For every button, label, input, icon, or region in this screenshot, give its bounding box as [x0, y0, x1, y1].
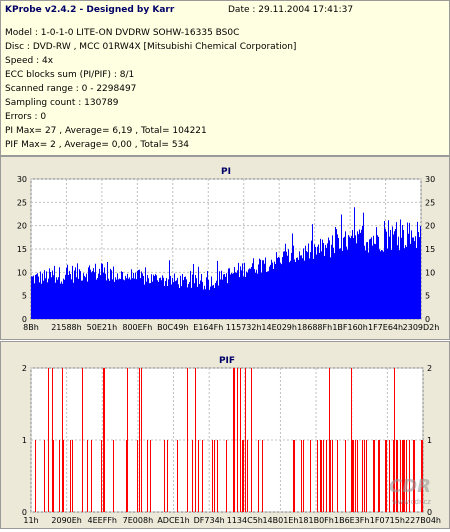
speed-line: Speed : 4x: [5, 56, 54, 66]
y-tick-label: 30: [17, 175, 27, 184]
pi-stats-line: PI Max= 27 , Average= 6,19 , Total= 1042…: [5, 126, 207, 136]
x-tick-label: 4EEFFh: [88, 516, 117, 525]
y-tick-label-right: 30: [425, 175, 435, 184]
x-tick-label: 1134C5h: [227, 516, 263, 525]
x-tick-label: 21588h: [51, 323, 82, 332]
disc-line: Disc : DVD-RW , MCC 01RW4X [Mitsubishi C…: [5, 42, 297, 52]
range-line: Scanned range : 0 - 2298497: [5, 84, 137, 94]
chart-title: PIF: [219, 356, 235, 366]
pif-chart-panel: PIF 0 0 1 1 2 2 11h 2090Eh 4EEFFh 7E008h ADCE1h DF73…: [0, 341, 450, 529]
y-tick-label: 25: [17, 198, 27, 207]
x-tick-label: 1F7E64h: [368, 323, 403, 332]
y-tick-label: 20: [17, 222, 27, 231]
kprobe-window: KProbe v2.4.2 - Designed by Karr Date : …: [0, 0, 450, 529]
y-tick-label-right: 1: [427, 436, 432, 445]
x-tick-label: 1BF160h: [332, 323, 368, 332]
y-tick-label-right: 25: [425, 198, 435, 207]
pif-chart: PIF0 01 12 211h 2090Eh 4EEFFh 7E008h ADCE1h DF73…: [22, 356, 441, 525]
x-tick-label: 8Bh: [23, 323, 39, 332]
y-tick-label-right: 15: [425, 245, 435, 254]
y-tick-label-right: 2: [427, 364, 432, 373]
y-tick-label-right: 5: [425, 292, 430, 301]
x-tick-label: 1F0715h: [370, 516, 405, 525]
watermark-logo: CDR: [389, 476, 431, 497]
x-tick-label: 2309D2h: [403, 323, 440, 332]
y-tick-label: 10: [17, 268, 27, 277]
y-tick-label: 1: [22, 436, 27, 445]
x-tick-label: 115732h: [226, 323, 262, 332]
pi-chart-panel: PI 0 0 5 5 10 10 15 15 20 20 25 25 30 30 8Bh 21588h 50E21…: [0, 156, 450, 340]
x-tick-label: DF734h: [194, 516, 225, 525]
watermark-url: www.cdr.cz: [392, 498, 431, 506]
y-tick-label: 15: [17, 245, 27, 254]
x-tick-label: 227B04h: [405, 516, 441, 525]
ecc-line: ECC blocks sum (PI/PIF) : 8/1: [5, 70, 135, 80]
x-tick-label: 18688Fh: [297, 323, 332, 332]
y-tick-label: 5: [22, 292, 27, 301]
x-tick-label: 14B01Eh: [262, 516, 298, 525]
y-tick-label-right: 10: [425, 268, 435, 277]
x-tick-label: B0C49h: [157, 323, 188, 332]
scan-date: Date : 29.11.2004 17:41:37: [228, 5, 354, 15]
pif-stats-line: PIF Max= 2 , Average= 0,00 , Total= 534: [5, 140, 190, 150]
x-tick-label: 50E21h: [87, 323, 117, 332]
sampling-line: Sampling count : 130789: [5, 98, 119, 108]
x-tick-label: E164Fh: [193, 323, 223, 332]
info-panel: KProbe v2.4.2 - Designed by Karr Date : …: [0, 0, 450, 156]
x-tick-label: 800EFh: [122, 323, 152, 332]
app-title: KProbe v2.4.2 - Designed by Karr: [5, 5, 175, 15]
x-tick-label: 7E008h: [123, 516, 153, 525]
errors-line: Errors : 0: [5, 112, 47, 122]
x-tick-label: 1B6E3Fh: [334, 516, 369, 525]
model-line: Model : 1-0-1-0 LITE-ON DVDRW SOHW-16335…: [5, 28, 240, 38]
y-tick-label-right: 20: [425, 222, 435, 231]
pi-chart: PI0 05 510 1015 1520 2025 2530 308Bh 21588h 50E21…: [17, 167, 440, 332]
y-tick-label: 2: [22, 364, 27, 373]
x-tick-label: 181B0Fh: [298, 516, 334, 525]
x-tick-label: 2090Eh: [51, 516, 81, 525]
x-tick-label: 11h: [23, 516, 38, 525]
chart-title: PI: [221, 167, 231, 177]
x-tick-label: ADCE1h: [157, 516, 189, 525]
x-tick-label: 14E029h: [261, 323, 297, 332]
